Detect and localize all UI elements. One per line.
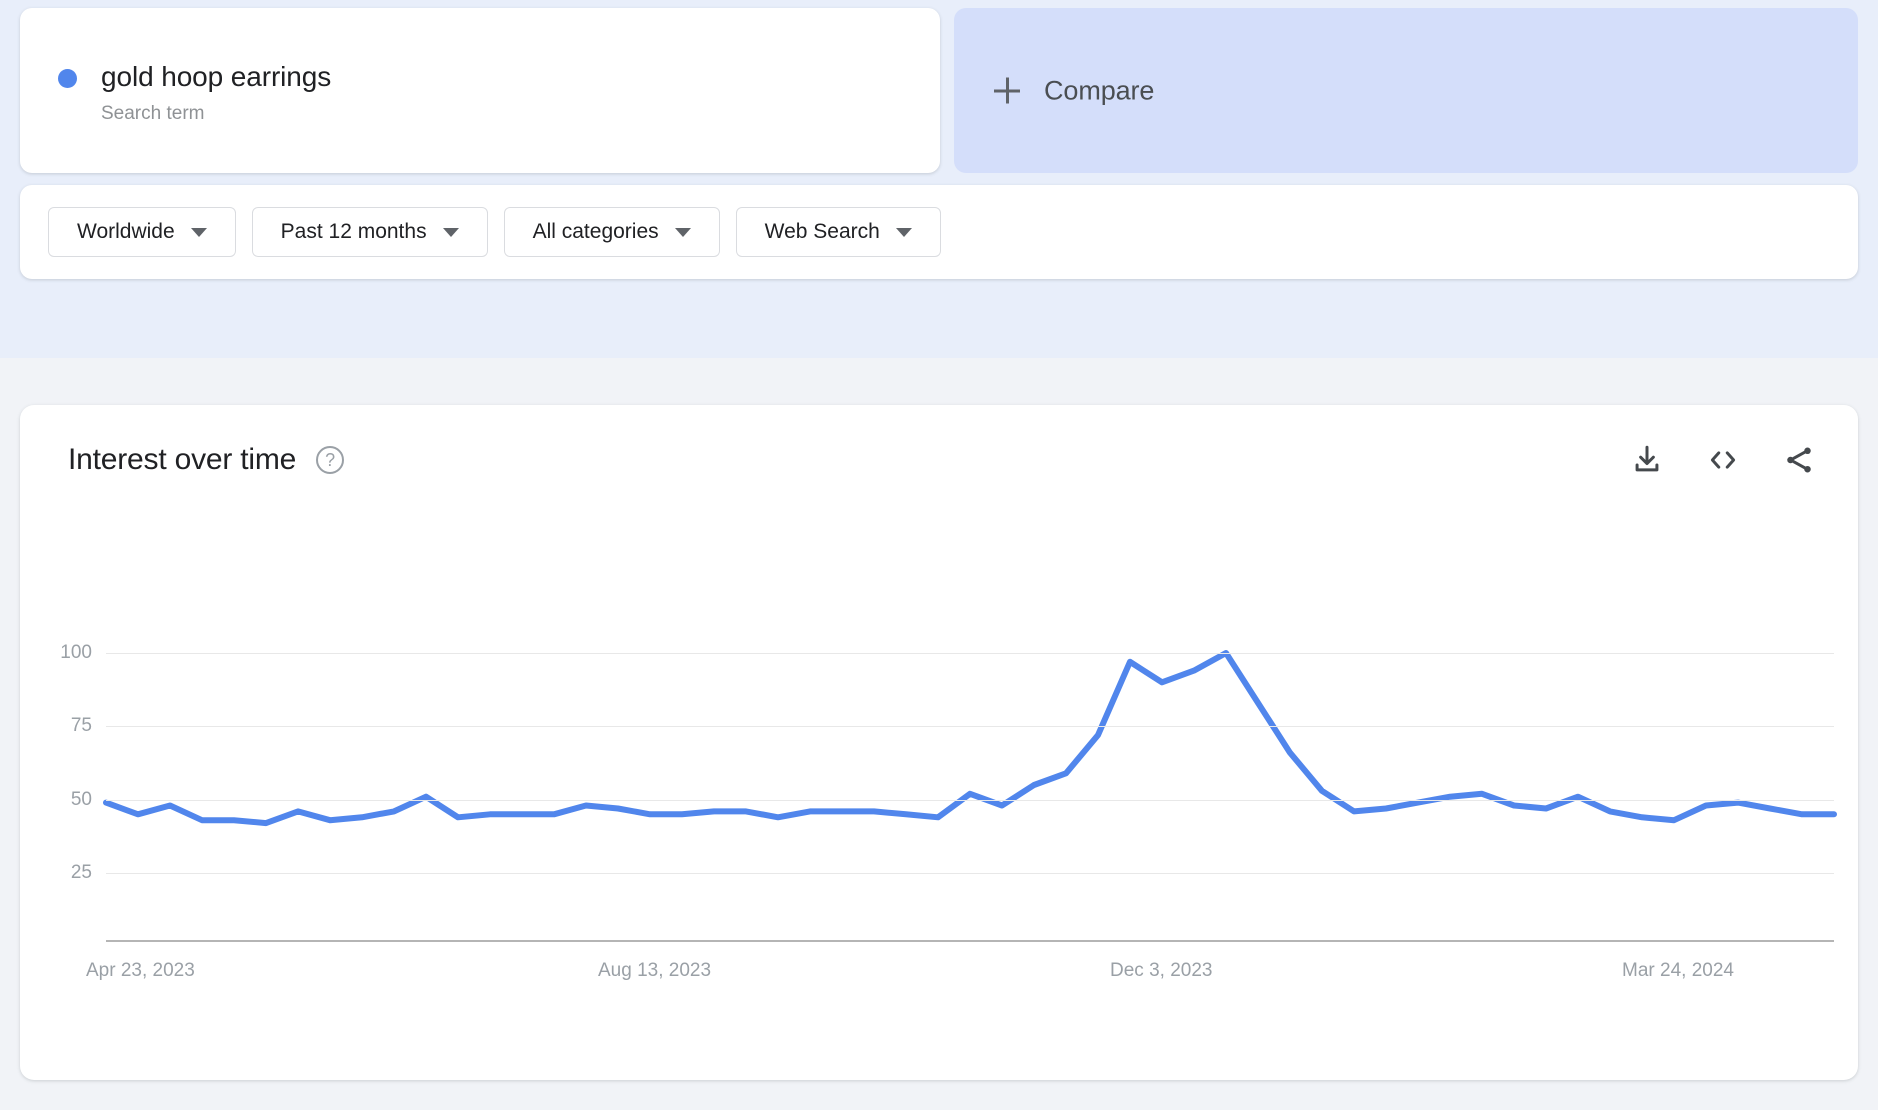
- filter-searchtype-label: Web Search: [764, 220, 880, 243]
- filter-category-dropdown[interactable]: All categories: [503, 207, 720, 257]
- help-circle-icon[interactable]: ?: [316, 446, 345, 474]
- download-icon[interactable]: [1630, 443, 1664, 477]
- search-term-text: gold hoop earrings: [101, 61, 332, 92]
- filter-category-label: All categories: [532, 220, 659, 243]
- interest-over-time-card: Interest over time ? 25 50 75 100 Apr 23…: [20, 405, 1858, 1080]
- y-axis-tick-label: 25: [70, 862, 92, 883]
- x-axis-tick-label: Dec 3, 2023: [1110, 960, 1213, 981]
- search-term-texts: gold hoop earrings Search term: [101, 60, 331, 126]
- search-term-card[interactable]: gold hoop earrings Search term: [20, 8, 940, 173]
- chevron-down-icon: [895, 227, 912, 237]
- chart-gridline: [106, 873, 1834, 874]
- filter-location-label: Worldwide: [77, 220, 175, 243]
- series-color-dot: [58, 69, 77, 88]
- search-term-content: gold hoop earrings Search term: [58, 60, 331, 126]
- chart-gridline: [106, 799, 1834, 801]
- chevron-down-icon: [190, 227, 207, 237]
- chart-header: Interest over time ?: [20, 405, 1858, 515]
- chevron-down-icon: [442, 227, 459, 237]
- chevron-down-icon: [674, 227, 691, 237]
- y-axis-tick-label: 50: [70, 788, 92, 810]
- embed-code-icon[interactable]: [1706, 443, 1740, 477]
- search-term-type-label: Search term: [101, 103, 205, 124]
- chart-gridline: [106, 726, 1834, 728]
- y-axis-tick-label: 100: [60, 642, 92, 663]
- filter-location-dropdown[interactable]: Worldwide: [48, 207, 236, 257]
- x-axis-tick-label: Apr 23, 2023: [86, 960, 195, 981]
- chart-title-wrap: Interest over time ?: [68, 443, 345, 477]
- filter-searchtype-dropdown[interactable]: Web Search: [735, 207, 941, 257]
- plus-icon: [994, 77, 1020, 104]
- search-row: gold hoop earrings Search term Compare: [20, 8, 1858, 173]
- chart-gridline: [106, 653, 1834, 654]
- filter-timerange-dropdown[interactable]: Past 12 months: [251, 207, 488, 257]
- chart-plot-area: 25 50 75 100 Apr 23, 2023 Aug 13, 2023 Dec 3, …: [20, 515, 1858, 1080]
- filter-bar: Worldwide Past 12 months All categories …: [20, 185, 1858, 279]
- x-axis-tick-label: Mar 24, 2024: [1622, 960, 1734, 981]
- share-icon[interactable]: [1782, 443, 1816, 477]
- compare-content: Compare: [994, 75, 1154, 106]
- chart-title: Interest over time: [68, 443, 297, 476]
- compare-label: Compare: [1044, 75, 1155, 105]
- compare-button[interactable]: Compare: [954, 8, 1858, 173]
- filter-timerange-label: Past 12 months: [280, 220, 427, 243]
- x-axis-line: [106, 940, 1834, 942]
- chart-actions: [1630, 443, 1816, 477]
- y-axis-tick-label: 75: [70, 715, 92, 737]
- series-line-gold-hoop-earrings: [103, 650, 1837, 827]
- x-axis-tick-label: Aug 13, 2023: [598, 960, 712, 981]
